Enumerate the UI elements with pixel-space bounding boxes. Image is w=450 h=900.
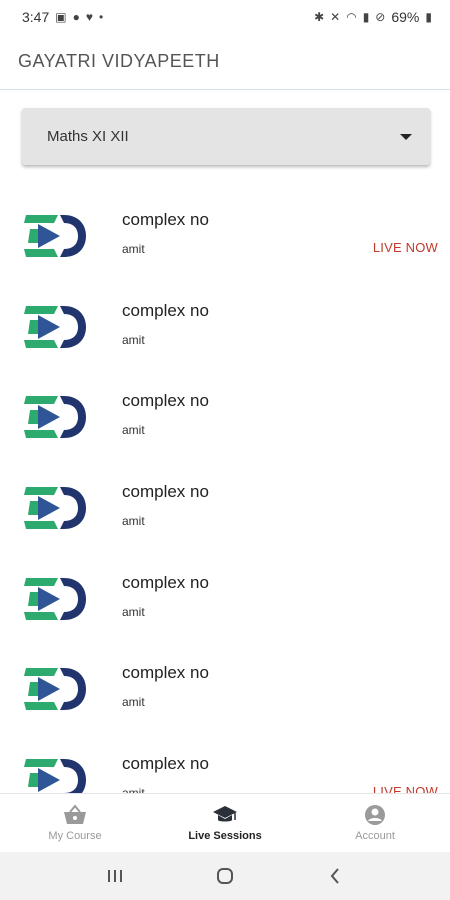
session-title: complex no — [122, 572, 209, 592]
dnd-icon: ⊘ — [375, 10, 386, 24]
session-logo-icon — [24, 668, 86, 711]
home-button[interactable] — [205, 861, 245, 891]
session-author: amit — [122, 695, 145, 710]
account-circle-icon — [365, 805, 385, 825]
nav-label: My Course — [48, 830, 102, 842]
session-item[interactable]: complex no amit — [0, 281, 450, 372]
session-logo-icon — [24, 577, 86, 620]
session-author: amit — [122, 604, 145, 619]
live-now-badge: LIVE NOW — [372, 784, 438, 793]
session-author: amit — [122, 242, 145, 256]
page-title: GAYATRI VIDYAPEETH — [18, 51, 220, 71]
signal-icon: ▮ — [362, 10, 370, 24]
graduation-cap-icon — [213, 806, 237, 822]
session-logo-icon — [24, 215, 86, 257]
session-item[interactable]: complex no amit — [0, 643, 450, 734]
recent-apps-button[interactable] — [95, 861, 135, 891]
nav-label: Live Sessions — [188, 830, 262, 842]
nav-label: Account — [355, 830, 395, 842]
session-title: complex no — [122, 210, 209, 229]
battery-percent: 69% — [391, 9, 420, 25]
account-icon: ● — [72, 10, 80, 24]
dot-icon: • — [98, 10, 104, 24]
session-author: amit — [122, 332, 145, 347]
status-time: 3:47 — [22, 9, 50, 25]
course-select[interactable]: Maths XI XII — [22, 108, 430, 165]
recent-apps-icon — [108, 870, 122, 882]
nav-account[interactable]: Account — [300, 794, 450, 852]
status-left: 3:47 ▣ ● ♥ • — [22, 9, 103, 25]
bottom-nav: My Course Live Sessions Account — [0, 793, 450, 852]
battery-icon: ▮ — [425, 10, 432, 24]
session-author: amit — [122, 423, 145, 438]
app-header: GAYATRI VIDYAPEETH — [0, 34, 450, 90]
bluetooth-icon: ✱ — [314, 10, 325, 24]
session-item[interactable]: complex no amit LIVE NOW — [0, 734, 450, 793]
session-title: complex no — [122, 482, 209, 502]
image-icon: ▣ — [55, 10, 67, 24]
course-select-value: Maths XI XII — [47, 128, 129, 145]
home-icon — [217, 868, 233, 884]
status-right: ✱ ✕ ◠ ▮ ⊘ 69% ▮ — [314, 9, 432, 25]
session-logo-icon — [24, 396, 86, 439]
status-bar: 3:47 ▣ ● ♥ • ✱ ✕ ◠ ▮ ⊘ 69% ▮ — [0, 0, 450, 34]
back-icon — [330, 868, 339, 884]
mute-icon: ✕ — [330, 10, 341, 24]
nav-live-sessions[interactable]: Live Sessions — [150, 794, 300, 852]
session-logo-icon — [24, 759, 86, 793]
session-logo-icon — [24, 305, 86, 348]
session-item[interactable]: complex no amit — [0, 462, 450, 553]
session-title: complex no — [122, 300, 209, 320]
session-title: complex no — [122, 663, 209, 683]
wifi-icon: ◠ — [346, 10, 357, 24]
session-item[interactable]: complex no amit — [0, 553, 450, 644]
basket-icon — [64, 804, 86, 824]
session-list: complex no amit LIVE NOW complex no amit… — [0, 190, 450, 793]
dropdown-arrow-icon — [400, 133, 412, 140]
heart-icon: ♥ — [85, 10, 93, 24]
session-author: amit — [122, 786, 145, 793]
live-now-badge: LIVE NOW — [372, 240, 438, 255]
session-author: amit — [122, 514, 145, 529]
session-title: complex no — [122, 391, 209, 411]
session-item[interactable]: complex no amit — [0, 371, 450, 462]
session-logo-icon — [24, 487, 86, 530]
back-button[interactable] — [315, 861, 355, 891]
system-nav-bar — [0, 852, 450, 900]
session-item[interactable]: complex no amit LIVE NOW — [0, 190, 450, 281]
nav-my-course[interactable]: My Course — [0, 794, 150, 852]
session-title: complex no — [122, 754, 209, 774]
